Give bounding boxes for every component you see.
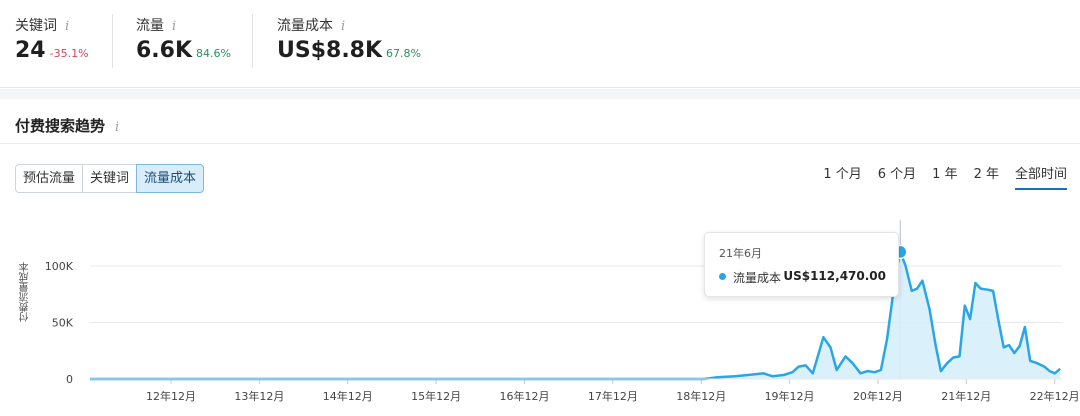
x-tick-label: 17年12月 [588,389,638,403]
info-icon[interactable]: i [341,19,345,34]
x-tick-label: 13年12月 [234,389,284,403]
info-icon[interactable]: i [65,19,69,34]
metric-value: 24 -35.1% [15,38,89,63]
metric-change: 67.8% [386,47,421,60]
tab-keywords[interactable]: 关键词 [82,164,138,193]
x-tick-label: 15年12月 [411,389,461,403]
metric-divider [252,14,253,68]
metric-value: US$8.8K 67.8% [277,38,421,63]
x-tick-label: 16年12月 [499,389,549,403]
metric-label: 关键词 i [15,18,70,34]
x-tick-label: 14年12月 [323,389,373,403]
range-1-month[interactable]: 1 个月 [823,163,861,190]
range-all-time[interactable]: 全部时间 [1014,163,1067,190]
x-tick-label: 21年12月 [941,389,991,403]
x-tick-label: 12年12月 [146,389,196,403]
series-area [90,251,1061,379]
range-2-years[interactable]: 2 年 [974,163,999,190]
x-tick-label: 18年12月 [676,389,726,403]
range-6-months[interactable]: 6 个月 [878,163,916,190]
traffic-cost-chart[interactable]: 0 50K 100K 12年12月 13年12月 14年12月 15年12月 16年12月 17… [0,205,1080,416]
metric-change: 84.6% [196,47,231,60]
section-title: 付费搜索趋势 i [15,117,120,135]
section-divider [0,143,1080,144]
y-tick-label: 50K [52,317,74,330]
y-tick-label: 0 [66,373,73,386]
x-tick-label: 22年12月 [1030,389,1080,403]
time-range-selector: 1 个月 6 个月 1 年 2 年 全部时间 [807,163,1067,190]
metrics-bar: 关键词 i 24 -35.1% 流量 i 6.6K 84.6% 流量成本 i US$8.8… [0,0,1080,88]
section-gap [0,89,1080,99]
tooltip-date: 21年6月 [719,247,762,260]
metric-tabs: 预估流量 关键词 流量成本 [15,164,205,193]
metric-label: 流量成本 i [277,18,346,34]
tooltip-series-name: 流量成本 [733,271,782,285]
metric-change: -35.1% [49,47,89,60]
tab-estimated-traffic[interactable]: 预估流量 [15,164,84,193]
tab-traffic-cost[interactable]: 流量成本 [136,164,205,193]
info-icon[interactable]: i [115,120,119,135]
metric-value: 6.6K 84.6% [136,38,231,63]
tooltip-value: US$112,470.00 [783,269,886,283]
x-tick-label: 19年12月 [765,389,815,403]
chart-tooltip: 21年6月 流量成本 US$112,470.00 [704,232,899,297]
metric-divider [112,14,113,68]
x-tick-label: 20年12月 [853,389,903,403]
range-1-year[interactable]: 1 年 [932,163,957,190]
info-icon[interactable]: i [172,19,176,34]
y-tick-label: 100K [45,260,74,273]
tooltip-series-dot-icon [719,273,726,280]
metric-label: 流量 i [136,18,177,34]
